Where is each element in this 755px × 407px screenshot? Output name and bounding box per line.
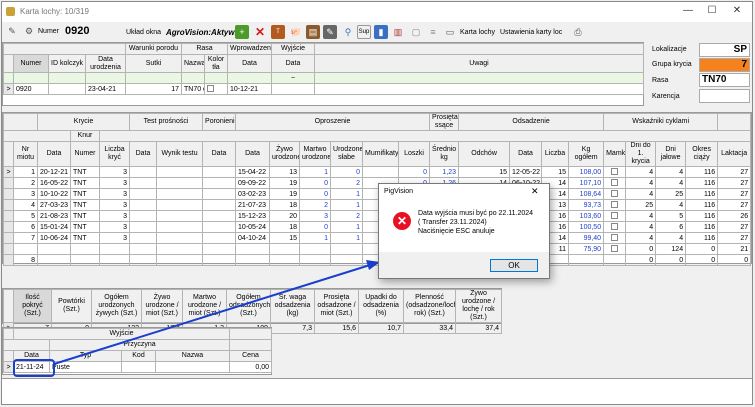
dialog-line-3: Naciśnięcie ESC anuluje — [418, 228, 495, 235]
dialog-line-1: Data wyjścia musi być po 22.11.2024 — [418, 210, 534, 217]
dialog-line-2: ( Transfer 23.11.2024) — [418, 219, 487, 226]
annotation-arrow — [53, 260, 380, 365]
app-window: Karta lochy: 10/319 — ☐ ✕ ✎ ⚙ Numer 0920… — [1, 1, 753, 405]
error-dialog: PigVision ✕ ✕ Data wyjścia musi być po 2… — [378, 183, 550, 279]
dialog-title: PigVision — [384, 188, 414, 195]
dialog-titlebar: PigVision ✕ — [379, 184, 549, 200]
error-icon: ✕ — [393, 212, 411, 230]
dialog-footer: OK — [379, 252, 549, 278]
dialog-message: Data wyjścia musi być po 22.11.2024 ( Tr… — [418, 209, 533, 236]
ok-button[interactable]: OK — [490, 259, 538, 272]
dialog-close-button[interactable]: ✕ — [531, 186, 539, 197]
